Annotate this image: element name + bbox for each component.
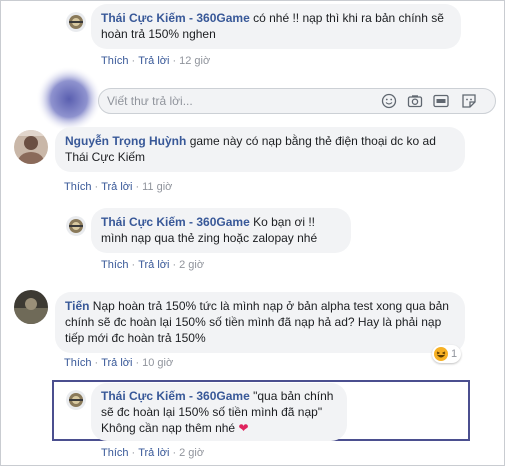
reply-box <box>98 88 496 114</box>
comment-text-line-2: Không cần nạp thêm nhé <box>101 421 236 435</box>
comment-bubble: Thái Cực Kiếm - 360Game Ko bạn ơi !! mìn… <box>91 208 351 253</box>
comment-timestamp[interactable]: 10 giờ <box>142 357 173 369</box>
comment-text: Nạp hoàn trả 150% tức là mình nạp ở bản … <box>65 299 449 345</box>
haha-reaction-icon <box>434 347 448 361</box>
comment-timestamp[interactable]: 11 giờ <box>142 181 172 193</box>
avatar[interactable] <box>66 12 86 32</box>
comment-bubble: Thái Cực Kiếm - 360Game "qua bản chính s… <box>91 383 347 441</box>
like-link[interactable]: Thích <box>101 259 129 271</box>
current-user-avatar <box>36 66 102 132</box>
comment-timestamp[interactable]: 2 giờ <box>179 447 204 459</box>
emoji-icon[interactable] <box>381 93 397 109</box>
comment-author[interactable]: Thái Cực Kiếm - 360Game <box>101 215 250 229</box>
comment-timestamp[interactable]: 12 giờ <box>179 55 210 67</box>
avatar[interactable] <box>66 216 86 236</box>
comment-actions: Thích · Trả lời · 11 giờ <box>64 181 173 193</box>
comment-author[interactable]: Tiến <box>65 299 89 313</box>
comment-actions: Thích · Trả lời · 10 giờ <box>64 357 174 369</box>
heart-emoji-icon: ❤ <box>238 421 249 435</box>
comment-bubble: Nguyễn Trọng Huỳnh game này có nạp bằng … <box>55 127 465 172</box>
camera-icon[interactable] <box>407 93 423 109</box>
comment-author[interactable]: Thái Cực Kiếm - 360Game <box>101 389 250 403</box>
sticker-icon[interactable] <box>461 93 477 109</box>
reply-link[interactable]: Trả lời <box>101 181 132 193</box>
comment-actions: Thích · Trả lời · 12 giờ <box>101 55 211 67</box>
like-link[interactable]: Thích <box>101 55 129 67</box>
comment-author[interactable]: Nguyễn Trọng Huỳnh <box>65 134 186 148</box>
avatar[interactable] <box>66 390 86 410</box>
like-link[interactable]: Thích <box>64 181 92 193</box>
comment-timestamp[interactable]: 2 giờ <box>179 259 204 271</box>
comment-actions: Thích · Trả lời · 2 giờ <box>101 447 205 459</box>
reply-link[interactable]: Trả lời <box>138 259 169 271</box>
comment-bubble: Thái Cực Kiếm - 360Game có nhé !! nạp th… <box>91 4 461 49</box>
avatar[interactable] <box>14 130 48 164</box>
avatar[interactable] <box>14 290 48 324</box>
reaction-number: 1 <box>451 348 458 360</box>
like-link[interactable]: Thích <box>64 357 92 369</box>
reaction-count[interactable]: 1 <box>432 345 462 363</box>
comment-actions: Thích · Trả lời · 2 giờ <box>101 259 205 271</box>
reply-link[interactable]: Trả lời <box>101 357 132 369</box>
like-link[interactable]: Thích <box>101 447 129 459</box>
comment-author[interactable]: Thái Cực Kiếm - 360Game <box>101 11 250 25</box>
reply-link[interactable]: Trả lời <box>138 55 169 67</box>
reply-input[interactable] <box>107 93 367 109</box>
reply-link[interactable]: Trả lời <box>138 447 169 459</box>
gif-icon[interactable] <box>433 93 449 109</box>
comment-bubble: Tiến Nạp hoàn trả 150% tức là mình nạp ở… <box>55 292 465 353</box>
